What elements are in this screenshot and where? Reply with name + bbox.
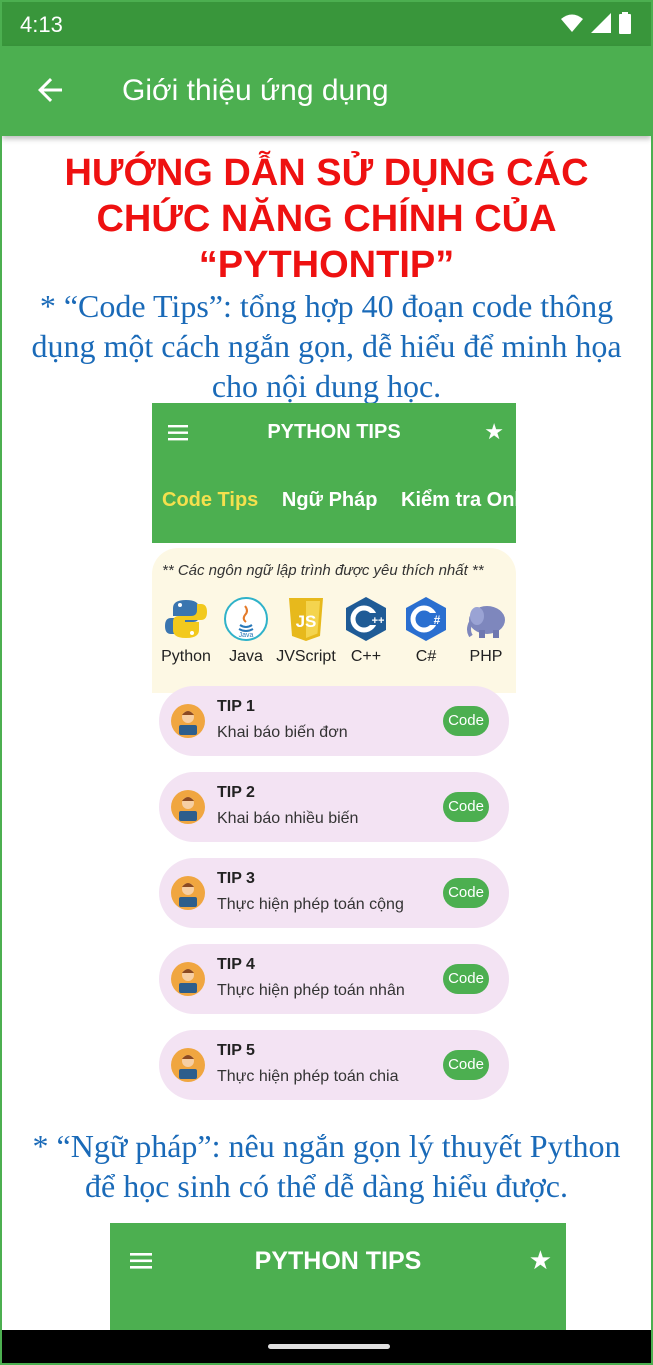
csharp-logo-icon: # (406, 597, 446, 641)
tip-description: Thực hiện phép toán nhân (217, 982, 405, 999)
battery-icon (619, 12, 631, 34)
language-label: PHP (469, 648, 503, 665)
wifi-icon (561, 14, 583, 32)
screenshot-title: PYTHON TIPS (267, 421, 401, 443)
tab-code-tips: Code Tips (162, 489, 259, 511)
grammar-screenshot: PYTHON TIPS ★ (110, 1223, 566, 1334)
php-elephant-logo-icon (467, 606, 505, 638)
code-button: Code (443, 706, 489, 736)
language-item: ++ C++ (336, 596, 396, 666)
screenshot-title: PYTHON TIPS (254, 1247, 422, 1275)
app-bar: Giới thiệu ứng dụng (2, 46, 651, 136)
cpp-logo-icon: ++ (346, 597, 386, 641)
language-item: Java Java (216, 596, 276, 666)
languages-caption: ** Các ngôn ngữ lập trình được yêu thích… (162, 562, 484, 579)
code-tips-screenshot: PYTHON TIPS ★ Code Tips Ngữ Pháp Kiểm tr… (152, 403, 516, 693)
code-tips-description: * “Code Tips”: tổng hợp 40 đoạn code thô… (2, 286, 651, 406)
tip-item: TIP 5 Thực hiện phép toán chia Code (159, 1030, 509, 1100)
programmer-avatar-icon (171, 876, 205, 910)
status-icons (561, 12, 631, 34)
language-label: C++ (350, 648, 382, 665)
tab-online-test: Kiểm tra Online (401, 489, 516, 511)
heading-line: “PYTHONTIP” (198, 244, 455, 286)
tip-description: Khai báo biến đơn (217, 724, 348, 741)
svg-text:#: # (434, 613, 441, 627)
phone-frame: 4:13 Giới thiệu ứng dụng HƯỚNG DẪN SỬ DỤ… (0, 0, 653, 1365)
star-icon: ★ (484, 419, 504, 444)
svg-text:JS: JS (296, 612, 317, 631)
code-button: Code (443, 1050, 489, 1080)
programmer-avatar-icon (171, 704, 205, 738)
paragraph-line: * “Ngữ pháp”: nêu ngắn gọn lý thuyết Pyt… (32, 1128, 621, 1164)
javascript-logo-icon: JS (289, 598, 323, 641)
language-label: C# (415, 648, 437, 665)
tip-item: TIP 1 Khai báo biến đơn Code (159, 686, 509, 756)
programmer-avatar-icon (171, 790, 205, 824)
tip-description: Khai báo nhiều biến (217, 810, 359, 827)
svg-text:++: ++ (372, 615, 385, 627)
navigation-bar (2, 1330, 651, 1363)
tip-number: TIP 1 (217, 698, 255, 715)
code-button: Code (443, 792, 489, 822)
language-item: JS JVScript (276, 596, 336, 666)
guide-heading: HƯỚNG DẪN SỬ DỤNG CÁC CHỨC NĂNG CHÍNH CỦ… (2, 150, 651, 288)
arrow-left-icon[interactable] (32, 72, 68, 108)
tip-list: TIP 1 Khai báo biến đơn Code TIP 2 Khai … (159, 686, 509, 1116)
tip-number: TIP 3 (217, 870, 255, 887)
status-time: 4:13 (20, 12, 63, 37)
code-button: Code (443, 878, 489, 908)
tip-description: Thực hiện phép toán chia (217, 1068, 399, 1085)
home-gesture-handle[interactable] (268, 1344, 390, 1349)
programmer-avatar-icon (171, 1048, 205, 1082)
tip-number: TIP 4 (217, 956, 255, 973)
tip-number: TIP 5 (217, 1042, 255, 1059)
paragraph-line: để học sinh có thể dễ dàng hiểu được. (84, 1168, 568, 1204)
language-list: Python Java Java JS JVScript ++ C++ # C#… (156, 596, 516, 666)
tip-item: TIP 2 Khai báo nhiều biến Code (159, 772, 509, 842)
star-icon: ★ (528, 1245, 552, 1275)
screenshot-tabs: Code Tips Ngữ Pháp Kiểm tra Online (162, 489, 516, 512)
tip-item: TIP 4 Thực hiện phép toán nhân Code (159, 944, 509, 1014)
languages-card: ** Các ngôn ngữ lập trình được yêu thích… (152, 548, 516, 693)
page-title: Giới thiệu ứng dụng (122, 74, 389, 107)
status-bar: 4:13 (2, 2, 651, 46)
paragraph-line: dụng một cách ngắn gọn, dễ hiểu để minh … (31, 328, 622, 364)
intro-content[interactable]: HƯỚNG DẪN SỬ DỤNG CÁC CHỨC NĂNG CHÍNH CỦ… (2, 136, 651, 1334)
paragraph-line: * “Code Tips”: tổng hợp 40 đoạn code thô… (39, 288, 614, 324)
language-item: # C# (396, 596, 456, 666)
tip-number: TIP 2 (217, 784, 255, 801)
svg-text:Java: Java (239, 632, 254, 639)
programmer-avatar-icon (171, 962, 205, 996)
screenshot-app-bar: PYTHON TIPS ★ Code Tips Ngữ Pháp Kiểm tr… (152, 403, 516, 543)
grammar-description: * “Ngữ pháp”: nêu ngắn gọn lý thuyết Pyt… (2, 1126, 651, 1206)
code-button: Code (443, 964, 489, 994)
tip-description: Thực hiện phép toán cộng (217, 896, 404, 913)
java-logo-icon: Java (224, 597, 268, 641)
signal-icon (591, 13, 611, 33)
language-item: Python (156, 596, 216, 666)
heading-line: HƯỚNG DẪN SỬ DỤNG CÁC (64, 152, 589, 194)
tab-grammar: Ngữ Pháp (281, 489, 378, 511)
heading-line: CHỨC NĂNG CHÍNH CỦA (96, 198, 557, 240)
language-label: Python (161, 648, 211, 665)
paragraph-line: cho nội dung học. (211, 368, 442, 404)
language-label: JVScript (276, 648, 336, 665)
tip-item: TIP 3 Thực hiện phép toán cộng Code (159, 858, 509, 928)
language-label: Java (229, 648, 263, 665)
python-logo-icon (165, 600, 207, 638)
language-item: PHP (456, 596, 516, 666)
